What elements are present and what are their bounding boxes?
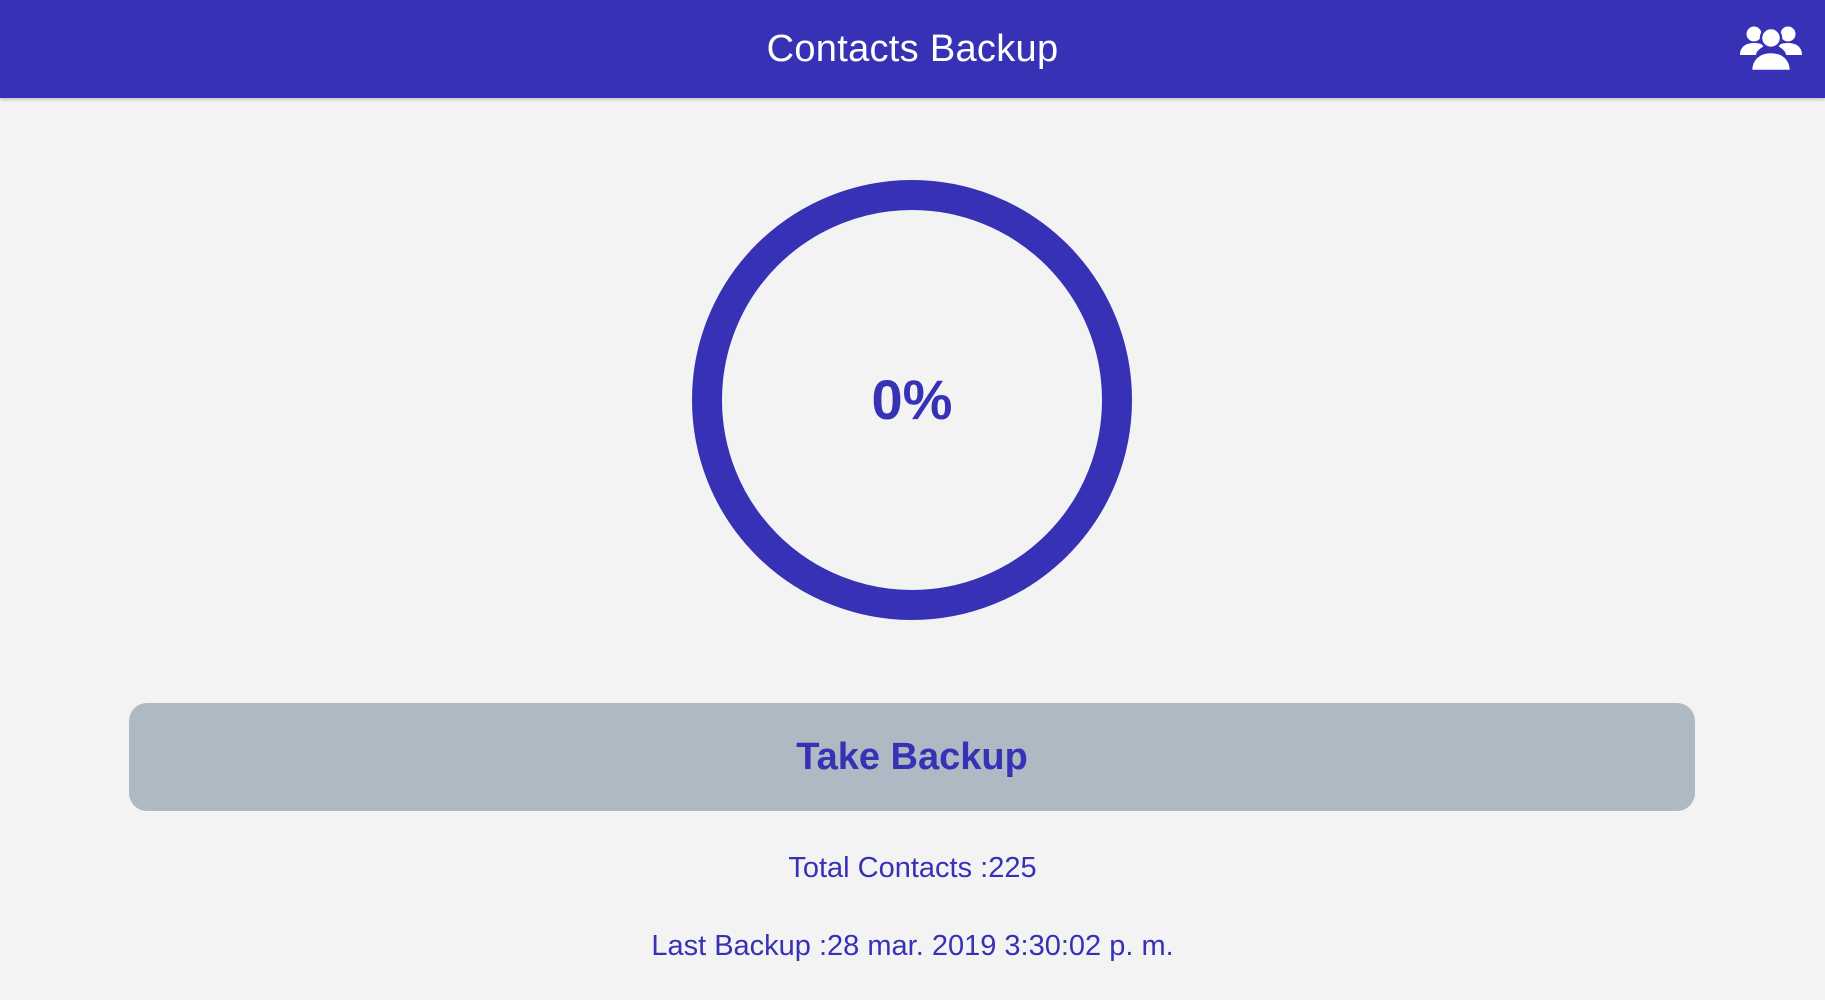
progress-percentage: 0% — [871, 368, 953, 431]
last-backup-text: Last Backup :28 mar. 2019 3:30:02 p. m. — [651, 930, 1174, 962]
contacts-button[interactable] — [1739, 22, 1803, 74]
total-contacts-text: Total Contacts :225 — [788, 852, 1037, 884]
app-title: Contacts Backup — [766, 28, 1059, 70]
contacts-group-icon — [1740, 26, 1802, 73]
app-bar: Contacts Backup — [0, 0, 1825, 98]
take-backup-button[interactable]: Take Backup — [129, 703, 1695, 811]
progress-indicator: 0% — [690, 178, 1134, 622]
